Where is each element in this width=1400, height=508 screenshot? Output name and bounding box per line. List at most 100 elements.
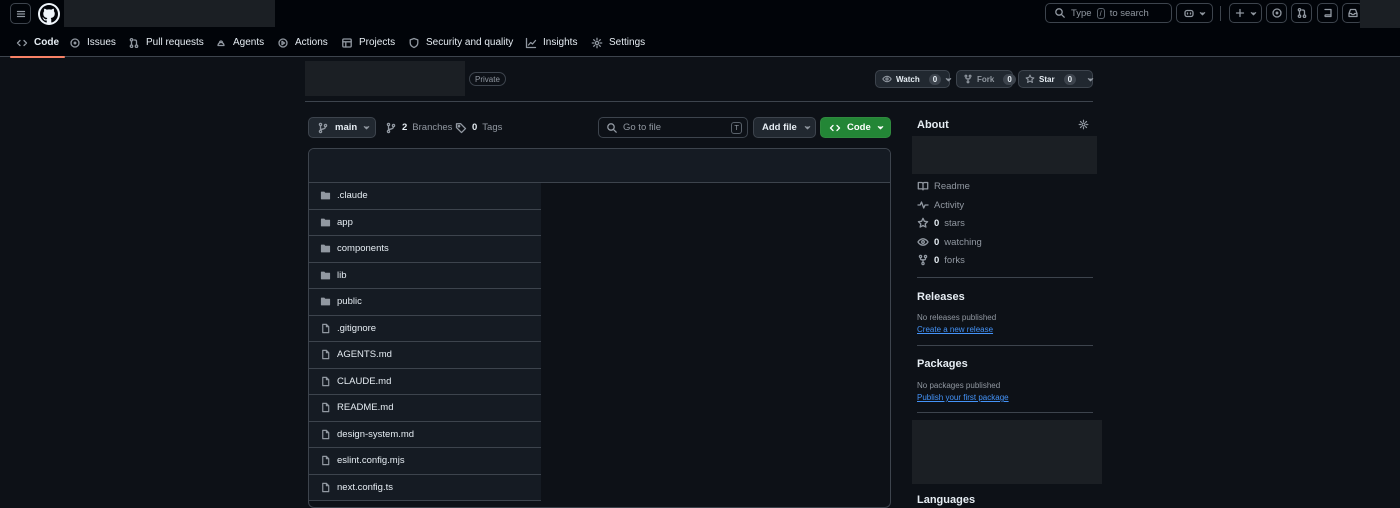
chevron-down-icon	[1199, 11, 1206, 15]
folder-row[interactable]: .claude	[309, 183, 541, 210]
file-name[interactable]: eslint.config.mjs	[337, 455, 405, 466]
watching-count: 0	[934, 236, 940, 248]
file-name[interactable]: .gitignore	[337, 323, 376, 334]
tab-pull-requests[interactable]: Pull requests	[128, 28, 204, 57]
pull-request-icon	[1297, 7, 1306, 19]
file-name[interactable]: AGENTS.md	[337, 349, 392, 360]
file-name[interactable]: app	[337, 217, 353, 228]
file-name[interactable]: lib	[337, 270, 347, 281]
code-button[interactable]: Code	[820, 117, 891, 138]
readme-link[interactable]: Readme	[917, 180, 970, 192]
publish-package-link[interactable]: Publish your first package	[917, 393, 1009, 402]
branch-icon	[318, 122, 328, 133]
file-row[interactable]: AGENTS.md	[309, 342, 541, 369]
tab-issues[interactable]: Issues	[69, 28, 116, 57]
copilot-button[interactable]	[1176, 3, 1213, 23]
watching-label: watching	[944, 236, 982, 248]
folder-row[interactable]: public	[309, 289, 541, 316]
file-name[interactable]: public	[337, 296, 362, 307]
search-text-before: Type	[1071, 7, 1092, 19]
folder-row[interactable]: components	[309, 236, 541, 263]
repo-icon	[1323, 8, 1332, 18]
star-label: Star	[1039, 74, 1055, 84]
file-row[interactable]: README.md	[309, 395, 541, 422]
repo-nav: Code Issues Pull requests Agents Actions…	[0, 28, 1400, 58]
tab-label: Pull requests	[146, 37, 204, 48]
global-header: Type / to search	[0, 0, 1400, 30]
stars-link[interactable]: 0 stars	[917, 217, 965, 229]
create-release-link[interactable]: Create a new release	[917, 325, 993, 334]
eye-icon	[917, 238, 929, 246]
branch-selector[interactable]: main	[308, 117, 376, 138]
about-settings-button[interactable]	[1078, 119, 1089, 130]
file-row[interactable]: .gitignore	[309, 315, 541, 342]
add-file-label: Add file	[762, 122, 797, 133]
folder-icon	[320, 218, 331, 227]
file-name[interactable]: design-system.md	[337, 429, 414, 440]
star-list-dropdown[interactable]	[1082, 71, 1099, 87]
shield-icon	[409, 37, 419, 48]
file-row[interactable]: CLAUDE.md	[309, 368, 541, 395]
tab-agents[interactable]: Agents	[215, 28, 264, 57]
file-name[interactable]: README.md	[337, 402, 393, 413]
chevron-down-icon	[945, 77, 952, 81]
file-row[interactable]: eslint.config.mjs	[309, 448, 541, 475]
activity-link[interactable]: Activity	[917, 199, 964, 211]
search-input[interactable]: Type / to search	[1045, 3, 1172, 23]
folder-row[interactable]: app	[309, 209, 541, 236]
code-label: Code	[847, 122, 871, 133]
star-icon	[1025, 74, 1035, 83]
tab-label: Security and quality	[426, 37, 514, 48]
tags-link[interactable]: 0 Tags	[455, 117, 502, 138]
folder-row[interactable]: lib	[309, 262, 541, 289]
forks-link[interactable]: 0 forks	[917, 254, 965, 266]
header-divider	[1220, 6, 1221, 21]
repositories-button[interactable]	[1317, 3, 1338, 23]
github-logo-icon[interactable]	[38, 3, 60, 25]
file-row[interactable]: next.config.ts	[309, 474, 541, 501]
file-name[interactable]: next.config.ts	[337, 482, 393, 493]
pull-requests-button[interactable]	[1291, 3, 1312, 23]
file-name[interactable]: components	[337, 243, 389, 254]
packages-title[interactable]: Packages	[917, 358, 968, 370]
folder-icon	[320, 191, 331, 200]
fork-icon	[964, 74, 972, 84]
file-name[interactable]: .claude	[337, 190, 368, 201]
watching-link[interactable]: 0 watching	[917, 236, 982, 248]
folder-icon	[320, 244, 331, 253]
file-name[interactable]: CLAUDE.md	[337, 376, 391, 387]
file-icon	[322, 323, 330, 333]
table-icon	[342, 37, 352, 48]
redacted-repo-name	[305, 61, 465, 96]
star-icon	[917, 217, 929, 228]
fork-button[interactable]: Fork 0	[956, 70, 1016, 88]
tab-code[interactable]: Code	[10, 28, 65, 58]
tab-actions[interactable]: Actions	[277, 28, 328, 57]
issues-button[interactable]	[1266, 3, 1287, 23]
tab-security[interactable]: Security and quality	[408, 28, 513, 57]
inbox-icon	[1347, 8, 1358, 18]
redacted-avatar	[1360, 0, 1400, 30]
go-to-file-input[interactable]: Go to file T	[598, 117, 748, 138]
issue-icon	[70, 37, 80, 48]
hamburger-icon	[16, 10, 25, 17]
readme-label: Readme	[934, 180, 970, 192]
releases-title[interactable]: Releases	[917, 291, 965, 303]
add-file-button[interactable]: Add file	[753, 117, 816, 138]
chevron-down-icon	[1087, 77, 1094, 81]
menu-button[interactable]	[10, 3, 31, 24]
stars-count: 0	[934, 217, 940, 229]
code-icon	[829, 124, 841, 131]
tab-settings[interactable]: Settings	[591, 28, 645, 57]
branches-link[interactable]: 2 Branches	[385, 117, 452, 138]
folder-icon	[320, 271, 331, 280]
create-new-button[interactable]	[1229, 3, 1262, 23]
fork-count: 0	[1003, 73, 1016, 85]
tab-insights[interactable]: Insights	[525, 28, 577, 57]
watch-button[interactable]: Watch 0	[875, 70, 952, 88]
star-button[interactable]: Star 0	[1018, 70, 1094, 88]
tab-projects[interactable]: Projects	[341, 28, 395, 57]
file-row[interactable]: design-system.md	[309, 421, 541, 448]
watch-label: Watch	[896, 74, 920, 84]
copilot-icon	[1184, 9, 1194, 18]
